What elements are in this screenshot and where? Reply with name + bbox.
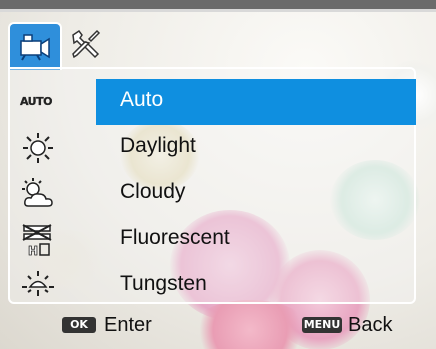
menu-item-label: Tungsten	[120, 272, 207, 295]
camera-icon	[20, 34, 50, 61]
back-label: Back	[348, 314, 393, 336]
top-bar	[0, 0, 436, 9]
menu-item-auto[interactable]: AUTO Auto	[10, 79, 416, 125]
sun-daylight-icon	[23, 133, 53, 163]
ok-enter-hint[interactable]: OK Enter	[62, 314, 182, 336]
top-divider	[0, 9, 436, 12]
enter-label: Enter	[104, 314, 152, 336]
menu-item-fluorescent[interactable]: H Fluorescent	[10, 217, 414, 263]
tab-settings[interactable]	[60, 22, 110, 68]
menu-item-daylight[interactable]: Daylight	[10, 125, 414, 171]
ok-key-icon: OK	[62, 317, 96, 333]
tab-camera[interactable]	[8, 22, 62, 70]
wrench-settings-icon	[72, 29, 101, 59]
menu-key-icon: MENU	[302, 317, 342, 333]
awb-auto-icon: AUTO	[20, 95, 53, 108]
fluorescent-icon: H	[22, 224, 52, 256]
menu-back-hint[interactable]: MENU Back	[302, 314, 422, 336]
cloudy-icon	[22, 178, 53, 207]
tungsten-bulb-icon	[22, 271, 54, 296]
menu-item-label: Cloudy	[120, 180, 186, 203]
white-balance-menu: AUTO Auto Daylight Cloudy H Fluorescent …	[8, 67, 416, 304]
menu-item-cloudy[interactable]: Cloudy	[10, 171, 414, 217]
menu-item-label: Fluorescent	[120, 226, 230, 249]
menu-item-tungsten[interactable]: Tungsten	[10, 263, 414, 309]
menu-item-label: Daylight	[120, 134, 196, 157]
svg-text:H: H	[28, 244, 38, 256]
menu-item-label: Auto	[120, 88, 164, 111]
